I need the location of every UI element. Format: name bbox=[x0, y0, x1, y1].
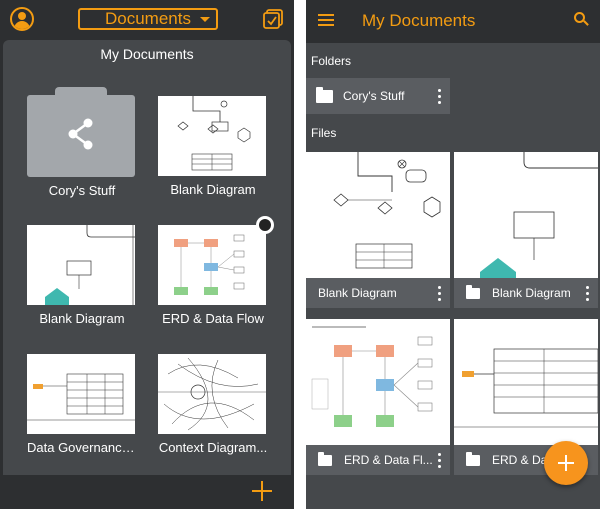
account-avatar-icon[interactable] bbox=[10, 7, 34, 31]
item-label: Context Diagram... bbox=[158, 440, 268, 455]
menu-icon[interactable] bbox=[318, 14, 334, 26]
item-label: Data Governance... bbox=[27, 440, 137, 455]
more-options-icon[interactable] bbox=[438, 286, 442, 302]
documents-stack-icon[interactable] bbox=[262, 8, 284, 30]
left-app-screen: Documents My Documents Cory's Stuff Blan… bbox=[0, 0, 294, 509]
shared-folder-icon bbox=[318, 452, 332, 466]
item-label: Cory's Stuff bbox=[48, 183, 116, 198]
file-label: ERD & Data Fl... bbox=[344, 453, 433, 467]
shared-badge-icon bbox=[256, 216, 274, 234]
diagram-thumbnail bbox=[27, 225, 135, 305]
item-label: Blank Diagram bbox=[170, 182, 256, 197]
item-label: Blank Diagram bbox=[39, 311, 125, 326]
diagram-thumbnail bbox=[158, 96, 266, 176]
diagram-thumbnail bbox=[306, 319, 450, 445]
diagram-thumbnail bbox=[454, 152, 598, 278]
diagram-item[interactable]: Blank Diagram bbox=[27, 225, 137, 326]
search-icon[interactable] bbox=[574, 12, 590, 28]
diagram-item[interactable]: ERD & Data Flow bbox=[158, 225, 268, 326]
file-card[interactable]: ERD & Data Fl... bbox=[306, 319, 450, 475]
right-app-screen: My Documents Folders Cory's Stuff Files bbox=[306, 0, 600, 509]
documents-dropdown-label: Documents bbox=[105, 9, 191, 28]
caret-down-icon bbox=[200, 17, 210, 22]
diagram-thumbnail bbox=[158, 225, 266, 305]
item-label: ERD & Data Flow bbox=[162, 311, 264, 326]
more-options-icon[interactable] bbox=[438, 89, 442, 105]
file-card[interactable]: Blank Diagram bbox=[454, 152, 598, 308]
folder-row-corys-stuff[interactable]: Cory's Stuff bbox=[306, 78, 450, 114]
diagram-item[interactable]: Context Diagram... bbox=[158, 354, 268, 455]
file-label: ERD & Da bbox=[492, 453, 548, 467]
panel-title: My Documents bbox=[100, 46, 194, 62]
shared-folder-icon bbox=[316, 87, 333, 103]
diagram-thumbnail bbox=[27, 354, 135, 434]
share-icon bbox=[68, 118, 93, 150]
file-card[interactable]: Blank Diagram bbox=[306, 152, 450, 308]
more-options-icon[interactable] bbox=[438, 453, 442, 469]
file-label: Blank Diagram bbox=[492, 286, 571, 300]
folder-label: Cory's Stuff bbox=[343, 89, 405, 103]
shared-folder-icon bbox=[466, 285, 480, 299]
bottom-bar bbox=[0, 476, 294, 509]
documents-dropdown[interactable]: Documents bbox=[78, 8, 218, 30]
shared-folder-icon bbox=[466, 452, 480, 466]
diagram-thumbnail bbox=[158, 354, 266, 434]
folder-item-corys-stuff[interactable]: Cory's Stuff bbox=[27, 87, 137, 198]
more-options-icon[interactable] bbox=[586, 286, 590, 302]
page-title: My Documents bbox=[362, 11, 476, 30]
add-document-icon[interactable] bbox=[252, 481, 272, 501]
folders-heading: Folders bbox=[311, 54, 352, 68]
files-heading: Files bbox=[311, 126, 337, 140]
diagram-thumbnail bbox=[306, 152, 450, 278]
diagram-thumbnail bbox=[454, 319, 598, 445]
diagram-item[interactable]: Data Governance... bbox=[27, 354, 137, 455]
diagram-item[interactable]: Blank Diagram bbox=[158, 96, 268, 197]
top-bar: Documents bbox=[0, 0, 294, 40]
app-bar: My Documents bbox=[306, 0, 600, 43]
file-label: Blank Diagram bbox=[318, 286, 397, 300]
add-button[interactable] bbox=[544, 441, 588, 485]
folder-icon bbox=[27, 87, 135, 179]
